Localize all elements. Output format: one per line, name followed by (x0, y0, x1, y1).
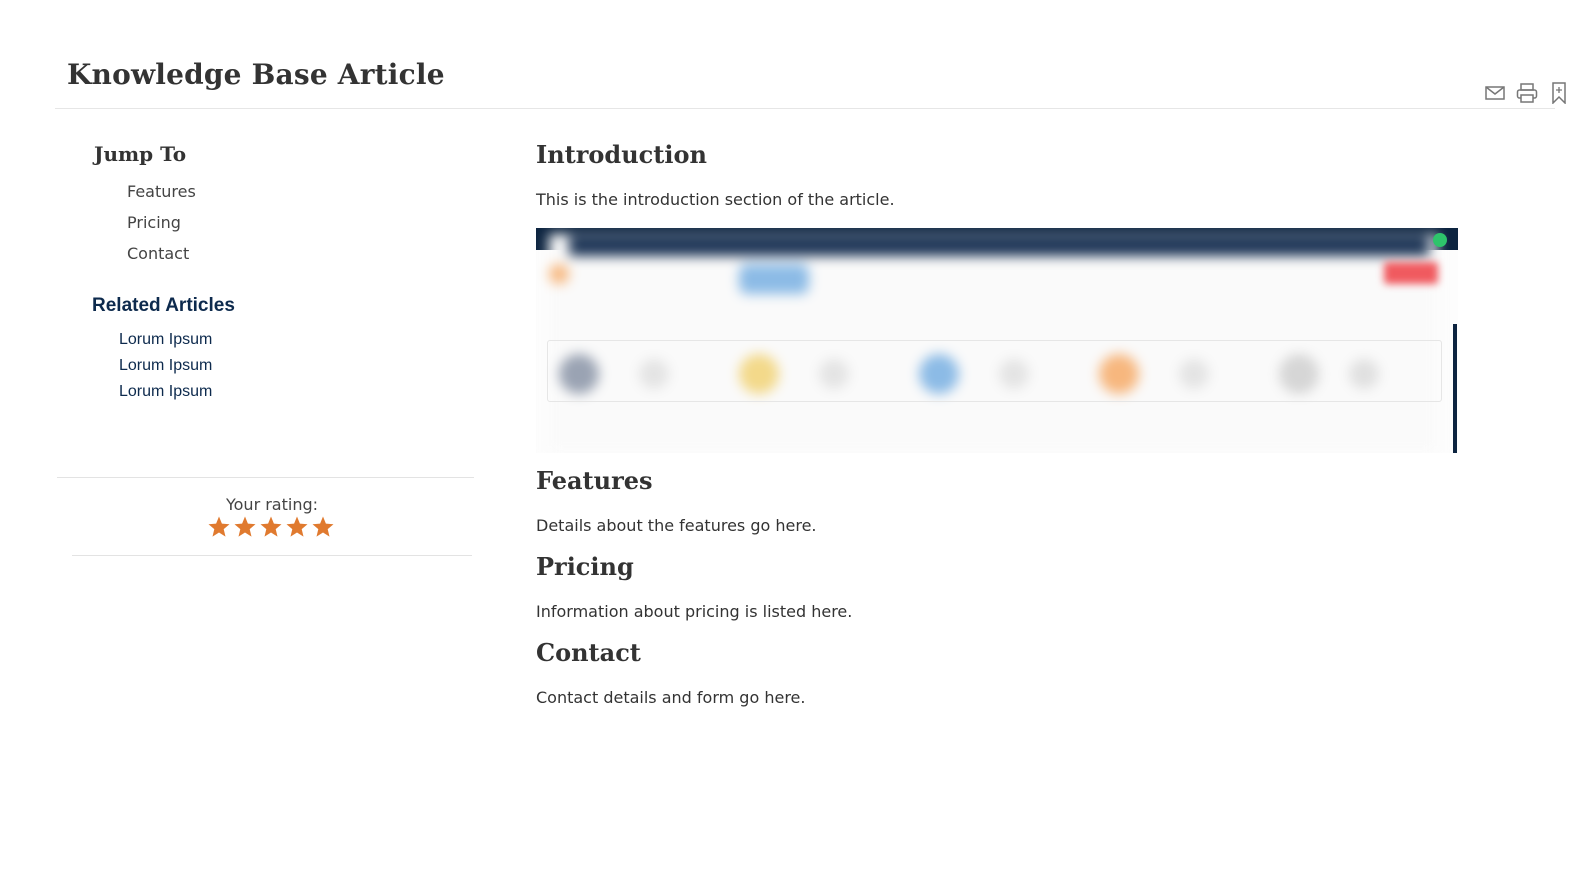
section-text-contact: Contact details and form go here. (536, 688, 806, 707)
related-articles-title: Related Articles (92, 295, 235, 316)
screenshot-red-button (1384, 262, 1438, 284)
star-rating[interactable] (207, 515, 335, 539)
rating-divider-top (57, 477, 474, 478)
email-button[interactable] (1482, 80, 1508, 106)
section-text-introduction: This is the introduction section of the … (536, 190, 895, 209)
email-icon (1485, 86, 1505, 100)
section-heading-features: Features (536, 466, 653, 495)
star-icon[interactable] (259, 515, 283, 539)
star-icon[interactable] (233, 515, 257, 539)
section-heading-contact: Contact (536, 638, 641, 667)
bookmark-icon (1552, 82, 1566, 104)
related-articles-list: Lorum Ipsum Lorum Ipsum Lorum Ipsum (119, 328, 212, 406)
jump-to-list: Features Pricing Contact (127, 180, 196, 273)
related-article-link[interactable]: Lorum Ipsum (119, 380, 212, 406)
screenshot-panel-border (547, 340, 1442, 402)
print-icon (1516, 83, 1538, 103)
section-text-features: Details about the features go here. (536, 516, 817, 535)
jump-link-features[interactable]: Features (127, 180, 196, 211)
article-screenshot-image (536, 228, 1458, 453)
rating-divider-bottom (72, 555, 472, 556)
screenshot-status-dot (1433, 233, 1447, 247)
section-heading-introduction: Introduction (536, 140, 707, 169)
page-title: Knowledge Base Article (67, 58, 445, 91)
article-actions (1482, 80, 1572, 106)
bookmark-button[interactable] (1546, 80, 1572, 106)
related-article-link[interactable]: Lorum Ipsum (119, 354, 212, 380)
jump-link-contact[interactable]: Contact (127, 242, 196, 273)
rating-label: Your rating: (225, 495, 319, 514)
jump-link-pricing[interactable]: Pricing (127, 211, 196, 242)
section-text-pricing: Information about pricing is listed here… (536, 602, 853, 621)
star-icon[interactable] (285, 515, 309, 539)
screenshot-scrollbar (1453, 324, 1457, 453)
section-heading-pricing: Pricing (536, 552, 634, 581)
related-article-link[interactable]: Lorum Ipsum (119, 328, 212, 354)
print-button[interactable] (1514, 80, 1540, 106)
star-icon[interactable] (311, 515, 335, 539)
star-icon[interactable] (207, 515, 231, 539)
header-divider (55, 108, 1555, 109)
jump-to-title: Jump To (94, 142, 187, 166)
